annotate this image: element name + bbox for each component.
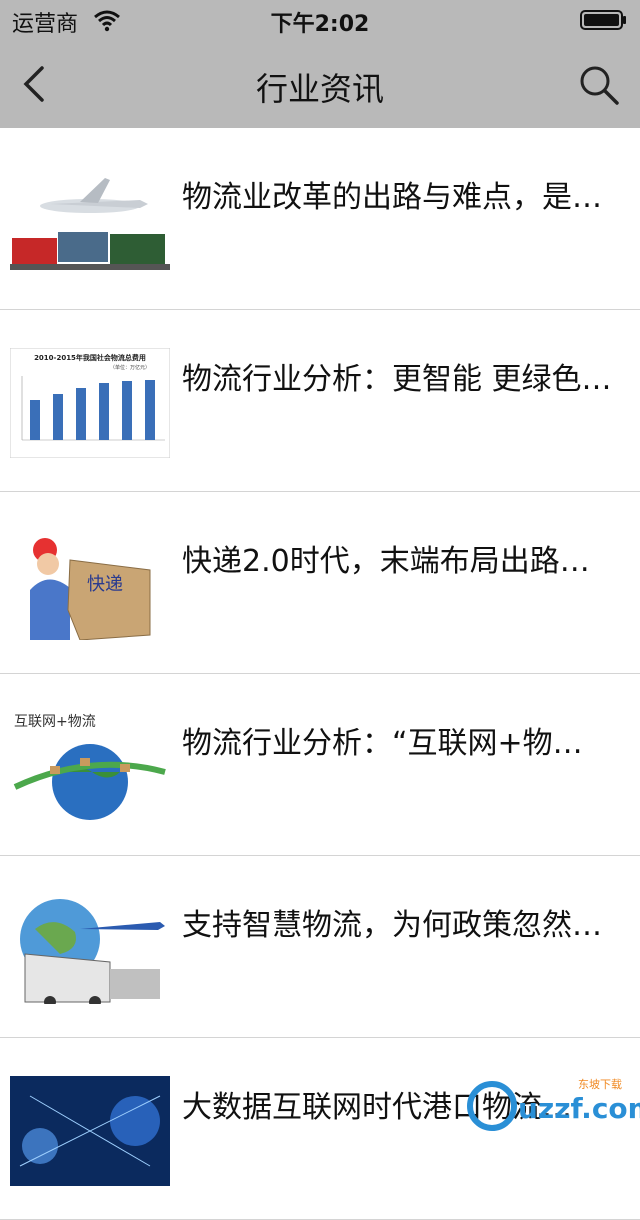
thumb-box-text: 快递 xyxy=(87,574,123,595)
article-title: 支持智慧物流，为何政策忽然… xyxy=(182,908,602,943)
list-item[interactable]: 物流业改革的出路与难点，是… xyxy=(0,128,640,310)
article-thumbnail: 快递 xyxy=(10,530,170,640)
nav-bar: 行业资讯 xyxy=(0,40,640,128)
watermark-logo: uzzf.com 东坡下载 xyxy=(467,1078,640,1131)
article-list: 物流业改革的出路与难点，是… 2010-2015年我国社会物流总费用 （单位：万… xyxy=(0,128,640,1220)
battery-icon xyxy=(580,10,626,30)
article-thumbnail xyxy=(10,166,170,276)
article-thumbnail: 互联网+物流 xyxy=(10,712,170,822)
article-title: 物流行业分析：“互联网+物… xyxy=(182,726,583,761)
list-item[interactable]: 快递 快递2.0时代，末端布局出路… xyxy=(0,492,640,674)
thumb-chart-title: 2010-2015年我国社会物流总费用 xyxy=(34,353,146,362)
article-title: 快递2.0时代，末端布局出路… xyxy=(182,544,590,579)
svg-text:东坡下载: 东坡下载 xyxy=(578,1078,622,1091)
search-icon[interactable] xyxy=(578,64,620,106)
article-thumbnail xyxy=(10,894,170,1004)
article-thumbnail xyxy=(10,1076,170,1186)
page-title: 行业资讯 xyxy=(255,70,384,108)
list-item[interactable]: 2010-2015年我国社会物流总费用 （单位：万亿元） 物流行业分析：更智能 … xyxy=(0,310,640,492)
status-bar: 运营商 下午2:02 xyxy=(0,0,640,40)
list-item[interactable]: 互联网+物流 物流行业分析：“互联网+物… xyxy=(0,674,640,856)
thumb-caption: 互联网+物流 xyxy=(14,714,96,730)
article-thumbnail: 2010-2015年我国社会物流总费用 （单位：万亿元） xyxy=(10,348,170,458)
header: 运营商 下午2:02 行业资讯 xyxy=(0,0,640,128)
article-title: 物流业改革的出路与难点，是… xyxy=(182,180,602,215)
thumb-chart-unit: （单位：万亿元） xyxy=(110,364,150,371)
svg-text:uzzf.com: uzzf.com xyxy=(518,1092,640,1125)
article-title: 物流行业分析：更智能 更绿色… xyxy=(182,362,612,397)
list-item[interactable]: 支持智慧物流，为何政策忽然… xyxy=(0,856,640,1038)
status-time: 下午2:02 xyxy=(270,12,370,37)
